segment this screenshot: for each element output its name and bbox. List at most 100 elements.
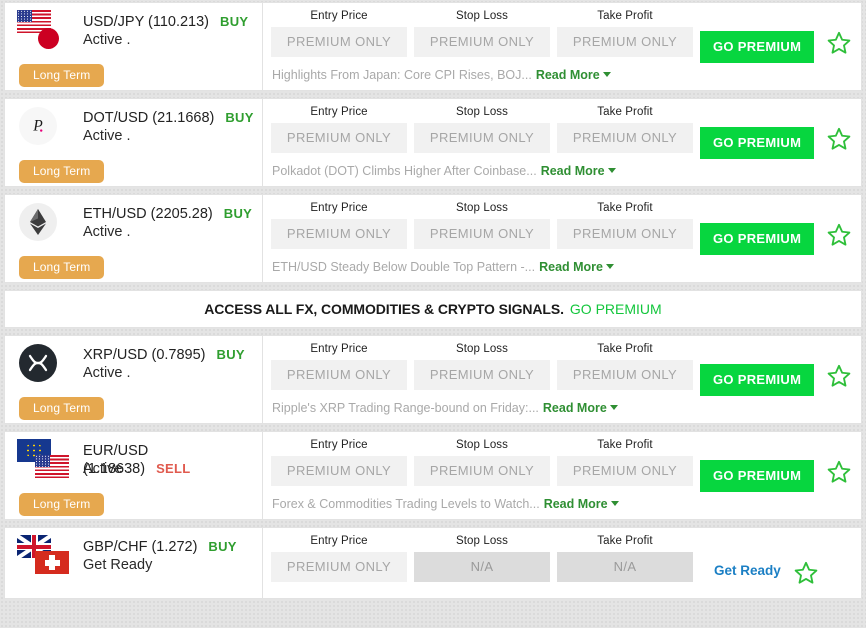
go-premium-button[interactable]: GO PREMIUM [700,127,815,159]
signal-card: XRP/USD (0.7895) BUY Active . Long Term Entr… [4,335,862,424]
read-more-link[interactable]: Read More [543,401,618,415]
column-header: Take Profit [597,535,653,547]
favorite-star-icon[interactable] [793,560,819,591]
chevron-down-icon [602,72,611,77]
column-value: PREMIUM ONLY [414,360,550,390]
signal-pair-name: XRP/USD (0.7895) [83,347,206,363]
signal-pair-line: DOT/USD (21.1668) BUY [83,109,256,127]
signal-status: Active . [83,461,131,477]
signal-direction: BUY [208,539,237,554]
signal-card: GBP/CHF (1.272) BUY Get Ready Entry Price PR… [4,527,862,599]
signal-news: Forex & Commodities Trading Levels to Wa… [272,497,619,511]
flag-pair-usd-jpy [17,10,69,52]
column-header: Stop Loss [455,535,509,547]
signal-direction: BUY [225,110,254,125]
read-more-link[interactable]: Read More [539,260,614,274]
favorite-star-icon[interactable] [826,126,852,157]
column-header: Stop Loss [455,10,509,22]
signal-details: Entry Price PREMIUM ONLY Stop Loss N/A Take … [263,528,861,598]
price-columns: Entry Price PREMIUM ONLY Stop Loss PREMIUM … [263,195,861,255]
flag-japan-icon [35,26,61,52]
favorite-star-icon[interactable] [826,222,852,253]
column-header: Entry Price [310,343,368,355]
price-column: Entry Price PREMIUM ONLY [271,10,407,57]
column-header: Stop Loss [455,343,509,355]
coin-ethereum-icon [19,203,57,241]
column-header: Entry Price [310,106,368,118]
signal-details: Entry Price PREMIUM ONLY Stop Loss PREMIUM … [263,99,861,186]
signal-details: Entry Price PREMIUM ONLY Stop Loss PREMIUM … [263,432,861,519]
favorite-star-icon[interactable] [826,30,852,61]
price-column: Stop Loss N/A [414,535,550,582]
go-premium-button[interactable]: GO PREMIUM [700,31,815,63]
price-column: Take Profit PREMIUM ONLY [557,202,693,249]
column-value: PREMIUM ONLY [271,219,407,249]
column-header: Entry Price [310,202,368,214]
chevron-down-icon [609,405,618,410]
promo-text: ACCESS ALL FX, COMMODITIES & CRYPTO SIGN… [204,301,564,317]
flag-united-states-icon [35,455,69,478]
signal-status: Active . [83,365,131,381]
signal-card: USD/JPY (110.213) BUY Active . Long Term Ent… [4,2,862,91]
signal-identity: USD/JPY (110.213) BUY Active . Long Term [5,3,263,90]
get-ready-link[interactable]: Get Ready [714,563,781,578]
column-value: N/A [557,552,693,582]
price-column: Stop Loss PREMIUM ONLY [414,10,550,57]
favorite-star-icon[interactable] [826,363,852,394]
column-value: PREMIUM ONLY [557,27,693,57]
column-header: Entry Price [310,535,368,547]
price-columns: Entry Price PREMIUM ONLY Stop Loss PREMIUM … [263,336,861,396]
promo-go-premium-link[interactable]: GO PREMIUM [570,301,662,317]
signal-term-tag: Long Term [19,493,105,516]
column-value: PREMIUM ONLY [557,123,693,153]
news-headline: ETH/USD Steady Below Double Top Pattern … [272,260,536,274]
read-more-link[interactable]: Read More [541,164,616,178]
signal-news: Ripple's XRP Trading Range-bound on Frid… [272,401,618,415]
go-premium-button[interactable]: GO PREMIUM [700,364,815,396]
signal-term-tag: Long Term [19,64,105,87]
signal-term-tag: Long Term [19,397,105,420]
price-column: Take Profit PREMIUM ONLY [557,439,693,486]
favorite-star-icon[interactable] [826,459,852,490]
price-column: Stop Loss PREMIUM ONLY [414,343,550,390]
go-premium-button[interactable]: GO PREMIUM [700,460,815,492]
signal-pair-line: USD/JPY (110.213) BUY [83,13,256,31]
price-columns: Entry Price PREMIUM ONLY Stop Loss PREMIUM … [263,3,861,63]
signal-pair-name: ETH/USD (2205.28) [83,206,213,222]
signal-pair-line: ETH/USD (2205.28) BUY [83,205,256,223]
price-column: Entry Price PREMIUM ONLY [271,202,407,249]
signal-pair-name: USD/JPY (110.213) [83,14,209,30]
signal-identity: ETH/USD (2205.28) BUY Active . Long Term [5,195,263,282]
column-header: Take Profit [597,343,653,355]
signal-pair-line: XRP/USD (0.7895) BUY [83,346,256,364]
price-columns: Entry Price PREMIUM ONLY Stop Loss PREMIUM … [263,432,861,492]
column-value: PREMIUM ONLY [557,456,693,486]
column-value: PREMIUM ONLY [414,456,550,486]
signal-card: EUR/USD (1.18638) SELL Active . Long Term En… [4,431,862,520]
flag-switzerland-icon [35,551,69,574]
price-column: Entry Price PREMIUM ONLY [271,343,407,390]
signal-direction: BUY [216,347,245,362]
signal-pair-line: GBP/CHF (1.272) BUY [83,538,256,556]
coin-polkadot-icon: P [19,107,57,145]
flag-pair-eur-usd [17,439,69,481]
go-premium-button[interactable]: GO PREMIUM [700,223,815,255]
column-header: Stop Loss [455,202,509,214]
read-more-link[interactable]: Read More [536,68,611,82]
read-more-link[interactable]: Read More [544,497,619,511]
signal-details: Entry Price PREMIUM ONLY Stop Loss PREMIUM … [263,195,861,282]
column-header: Stop Loss [455,106,509,118]
promo-banner: ACCESS ALL FX, COMMODITIES & CRYPTO SIGN… [4,290,862,328]
column-header: Take Profit [597,202,653,214]
signal-direction: BUY [220,14,249,29]
price-column: Entry Price PREMIUM ONLY [271,439,407,486]
column-header: Take Profit [597,10,653,22]
column-value: PREMIUM ONLY [271,123,407,153]
price-column: Take Profit PREMIUM ONLY [557,343,693,390]
signal-identity: EUR/USD (1.18638) SELL Active . Long Term [5,432,263,519]
signal-news: Polkadot (DOT) Climbs Higher After Coinb… [272,164,616,178]
signals-list: USD/JPY (110.213) BUY Active . Long Term Ent… [0,0,866,599]
column-value: PREMIUM ONLY [414,123,550,153]
column-header: Entry Price [310,439,368,451]
signal-news: ETH/USD Steady Below Double Top Pattern … [272,260,614,274]
